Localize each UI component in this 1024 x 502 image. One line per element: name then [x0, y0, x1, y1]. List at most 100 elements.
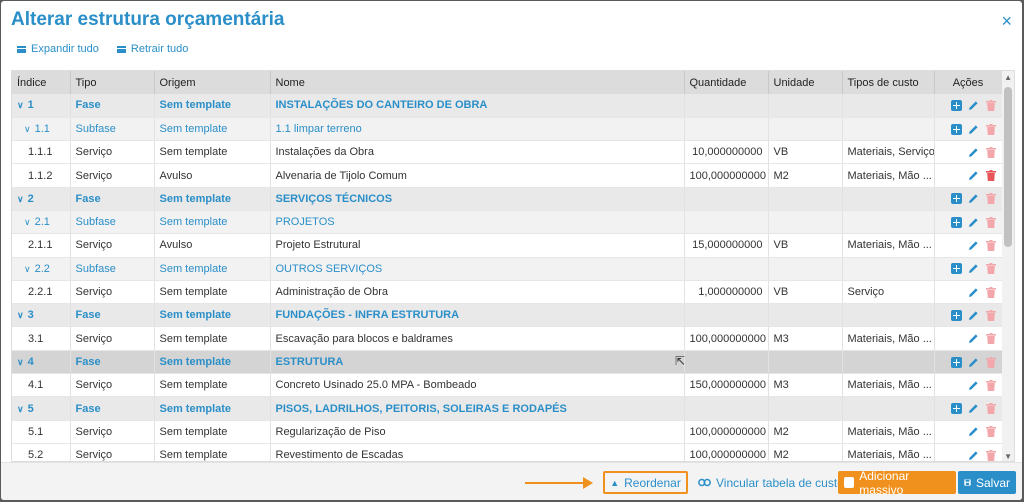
bulk-add-button[interactable]: Adicionar massivo — [838, 469, 956, 497]
col-header-tipo[interactable]: Tipo — [70, 71, 155, 94]
pencil-icon[interactable] — [968, 357, 979, 368]
chevron-down-icon[interactable]: ∨ — [24, 264, 31, 275]
cell-origem: Sem template — [154, 373, 271, 398]
pencil-icon[interactable] — [968, 403, 979, 414]
pencil-icon[interactable] — [968, 450, 979, 461]
add-child-icon[interactable] — [950, 263, 962, 275]
add-child-icon[interactable] — [950, 99, 962, 111]
chevron-down-icon[interactable]: ∨ — [17, 100, 24, 111]
table-row[interactable]: ∨ 2.2 Subfase Sem template OUTROS SERVIÇOS — [12, 257, 1003, 281]
col-header-nome[interactable]: Nome — [270, 71, 685, 94]
col-header-indice[interactable]: Índice — [12, 71, 71, 94]
cell-unidade: M3 — [768, 373, 843, 398]
pencil-icon[interactable] — [968, 263, 979, 274]
pencil-icon[interactable] — [968, 240, 979, 251]
scroll-down-icon[interactable]: ▼ — [1004, 452, 1012, 461]
trash-icon[interactable] — [985, 193, 996, 205]
close-icon[interactable]: × — [1001, 11, 1012, 32]
link-cost-table-label: Vincular tabela de custo — [716, 475, 844, 490]
pencil-icon[interactable] — [968, 380, 979, 391]
reorder-button[interactable]: ▲ Reordenar — [603, 471, 688, 494]
chevron-down-icon[interactable]: ∨ — [24, 217, 31, 228]
expand-all-button[interactable]: Expandir tudo — [17, 43, 99, 55]
vertical-scrollbar[interactable]: ▲ ▼ — [1002, 71, 1014, 461]
table-row[interactable]: ∨ 2 Fase Sem template SERVIÇOS TÉCNICOS — [12, 187, 1003, 211]
trash-icon[interactable] — [985, 99, 996, 111]
trash-icon[interactable] — [985, 240, 996, 252]
trash-icon[interactable] — [985, 286, 996, 298]
collapse-all-button[interactable]: Retrair tudo — [116, 43, 188, 55]
add-child-icon[interactable] — [950, 309, 962, 321]
trash-icon[interactable] — [985, 263, 996, 275]
table-row[interactable]: ∨ 5 Fase Sem template PISOS, LADRILHOS, PEIT… — [12, 396, 1003, 421]
trash-icon[interactable] — [985, 356, 996, 368]
add-child-icon[interactable] — [950, 356, 962, 368]
cell-nome: Escavação para blocos e baldrames — [270, 326, 685, 351]
chevron-down-icon[interactable]: ∨ — [17, 310, 24, 321]
table-row[interactable]: 2.2.1 Serviço Sem template Administração de… — [12, 280, 1003, 305]
table-row[interactable]: 2.1.1 Serviço Avulso Projeto Estrutural 15,0… — [12, 233, 1003, 258]
table-row[interactable]: ∨ 2.1 Subfase Sem template PROJETOS — [12, 210, 1003, 235]
pencil-icon[interactable] — [968, 170, 979, 181]
cell-tipos-custo — [842, 350, 935, 375]
trash-icon[interactable] — [985, 403, 996, 415]
trash-icon[interactable] — [985, 123, 996, 135]
scrollbar-thumb[interactable] — [1004, 87, 1012, 247]
cell-tipos-custo — [842, 210, 935, 235]
chevron-down-icon[interactable]: ∨ — [17, 404, 24, 415]
col-header-unidade[interactable]: Unidade — [768, 71, 843, 94]
trash-icon[interactable] — [985, 170, 996, 182]
trash-icon[interactable] — [985, 309, 996, 321]
table-row[interactable]: 1.1.1 Serviço Sem template Instalações da O… — [12, 140, 1003, 165]
trash-icon[interactable] — [985, 333, 996, 345]
link-cost-table-button[interactable]: Vincular tabela de custo — [692, 471, 850, 494]
pencil-icon[interactable] — [968, 310, 979, 321]
pencil-icon[interactable] — [968, 333, 979, 344]
chevron-down-icon[interactable]: ∨ — [24, 124, 31, 135]
pencil-icon[interactable] — [968, 217, 979, 228]
cell-origem: Sem template — [154, 187, 271, 211]
trash-icon[interactable] — [985, 449, 996, 461]
cell-tipos-custo — [842, 117, 935, 142]
table-row[interactable]: 1.1.2 Serviço Avulso Alvenaria de Tijolo Co… — [12, 163, 1003, 188]
col-header-tipos-custo[interactable]: Tipos de custo — [842, 71, 935, 94]
pencil-icon[interactable] — [968, 100, 979, 111]
save-button[interactable]: Salvar — [958, 471, 1016, 494]
add-child-icon[interactable] — [950, 216, 962, 228]
table-row[interactable]: 5.2 Serviço Sem template Revestimento de Es… — [12, 443, 1003, 461]
chevron-down-icon[interactable]: ∨ — [17, 357, 24, 368]
cell-unidade: M2 — [768, 443, 843, 461]
scroll-up-icon[interactable]: ▲ — [1004, 73, 1012, 82]
cell-acoes — [934, 210, 1003, 235]
trash-icon[interactable] — [985, 216, 996, 228]
add-child-icon[interactable] — [950, 123, 962, 135]
table-row[interactable]: ∨ 1.1 Subfase Sem template 1.1 limpar terren… — [12, 117, 1003, 142]
pencil-icon[interactable] — [968, 147, 979, 158]
trash-icon[interactable] — [985, 146, 996, 158]
cell-tipo: Serviço — [70, 140, 155, 165]
table-row[interactable]: ∨ 1 Fase Sem template INSTALAÇÕES DO CANTEIR… — [12, 94, 1003, 118]
pencil-icon[interactable] — [968, 124, 979, 135]
table-row[interactable]: 5.1 Serviço Sem template Regularização de P… — [12, 420, 1003, 444]
cell-tipo: Fase — [70, 303, 155, 328]
pencil-icon[interactable] — [968, 193, 979, 204]
col-header-origem[interactable]: Origem — [154, 71, 271, 94]
indice-text: 5 — [27, 402, 34, 415]
pencil-icon[interactable] — [968, 426, 979, 437]
table-row[interactable]: 4.1 Serviço Sem template Concreto Usinado 2… — [12, 373, 1003, 398]
trash-icon[interactable] — [985, 379, 996, 391]
chevron-down-icon[interactable]: ∨ — [17, 194, 24, 205]
add-child-icon[interactable] — [950, 403, 962, 415]
cell-tipos-custo — [842, 257, 935, 281]
add-child-icon[interactable] — [950, 193, 962, 205]
cell-tipo: Fase — [70, 350, 155, 375]
col-header-quantidade[interactable]: Quantidade — [684, 71, 769, 94]
cell-unidade: M2 — [768, 163, 843, 188]
table-row[interactable]: ∨ 4 Fase Sem template ESTRUTURA — [12, 350, 1003, 375]
cell-nome: INSTALAÇÕES DO CANTEIRO DE OBRA — [270, 94, 685, 118]
table-row[interactable]: 3.1 Serviço Sem template Escavação para blo… — [12, 326, 1003, 351]
trash-icon[interactable] — [985, 426, 996, 438]
table-row[interactable]: ∨ 3 Fase Sem template FUNDAÇÕES - INFRA ESTR… — [12, 303, 1003, 328]
pencil-icon[interactable] — [968, 287, 979, 298]
cell-origem: Sem template — [154, 94, 271, 118]
